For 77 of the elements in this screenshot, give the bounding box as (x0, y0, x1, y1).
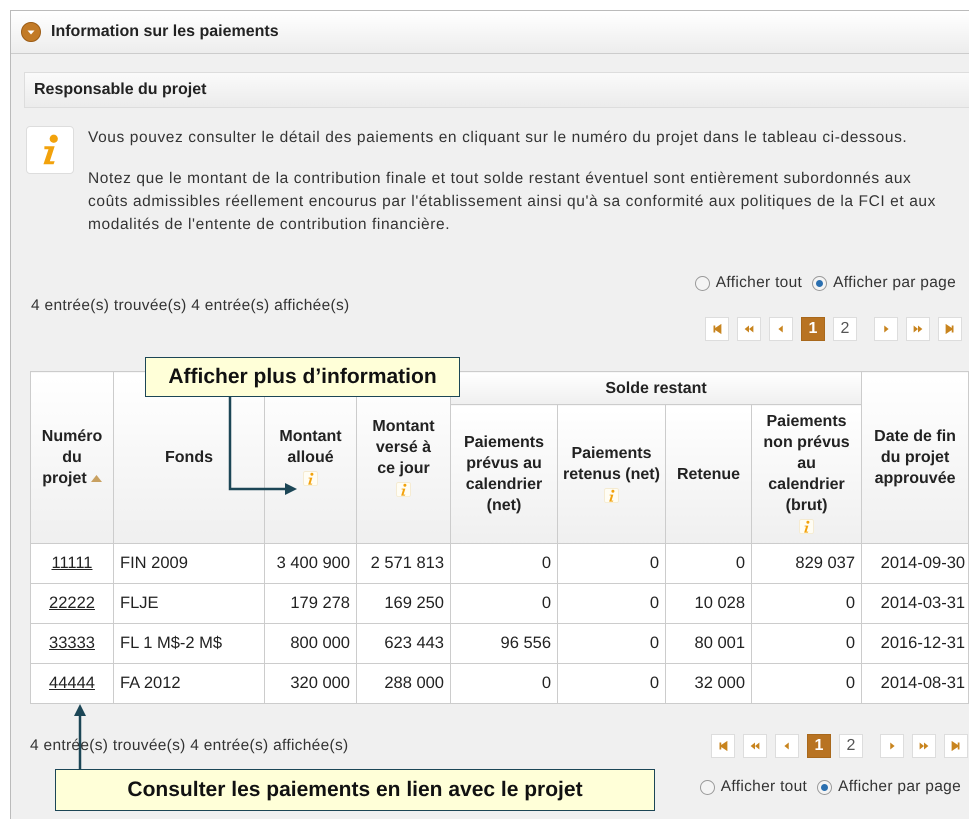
table-cell: 179 278 (264, 584, 356, 624)
table-cell: 0 (450, 664, 558, 704)
next-page-button[interactable] (874, 317, 898, 341)
radio-label[interactable]: Afficher par page (838, 778, 961, 796)
table-cell: 0 (558, 544, 666, 584)
table-cell: 10 028 (666, 584, 752, 624)
info-icon[interactable] (604, 488, 619, 503)
page-button[interactable]: 1 (801, 317, 825, 341)
table-cell: 829 037 (752, 544, 862, 584)
fast-back-button[interactable] (743, 734, 767, 758)
last-page-button[interactable] (938, 317, 962, 341)
page-button[interactable]: 2 (839, 734, 863, 758)
page-button[interactable]: 2 (833, 317, 857, 341)
table-cell: 0 (752, 584, 862, 624)
table-cell: FA 2012 (114, 664, 264, 704)
radio-button[interactable] (694, 276, 710, 290)
panel-title: Information sur les paiements (51, 23, 279, 41)
sort-ascending-icon[interactable] (90, 475, 102, 482)
column-header: Paiements prévus au calendrier (net) (450, 404, 558, 544)
radio-button[interactable] (700, 780, 715, 794)
table-cell: 0 (752, 664, 862, 704)
table-cell: 320 000 (264, 664, 356, 704)
table-cell: FLJE (114, 584, 264, 624)
previous-page-button[interactable] (775, 734, 799, 758)
info-icon[interactable] (799, 519, 814, 534)
radio-label[interactable]: Afficher par page (833, 274, 956, 292)
radio-label[interactable]: Afficher tout (720, 778, 808, 796)
radio-label[interactable]: Afficher tout (716, 274, 802, 292)
fast-forward-button[interactable] (906, 317, 930, 341)
page-button[interactable]: 1 (807, 734, 831, 758)
table-cell: 0 (558, 664, 666, 704)
next-page-button[interactable] (880, 734, 904, 758)
table-cell: 80 001 (666, 624, 752, 664)
table-cell: 0 (450, 584, 558, 624)
collapse-icon[interactable] (21, 22, 41, 42)
info-icon (26, 126, 74, 174)
column-header: Paiements non prévus au calendrier (brut) (752, 404, 862, 544)
table-cell: 0 (558, 624, 666, 664)
table-cell: 2014-09-30 (862, 544, 969, 584)
info-icon[interactable] (396, 482, 411, 497)
table-cell: 2 571 813 (356, 544, 450, 584)
first-page-button[interactable] (705, 317, 729, 341)
info-text: Notez que le montant de la contribution finale et tout solde restant éventuel sont entièrement subordonnés aux coûts admissibles réellement encourus par l'établissement ainsi qu'à sa conformité aux politiques de la FCI et aux modalités de l'entente de contribution financière. (88, 169, 937, 235)
table-cell: FIN 2009 (114, 544, 264, 584)
table-cell: 0 (558, 584, 666, 624)
column-group-header: Solde restant (450, 372, 862, 404)
table-cell: 800 000 (264, 624, 356, 664)
section-title: Responsable du projet (34, 81, 206, 99)
table-cell: FL 1 M$-2 M$ (114, 624, 264, 664)
table-cell: 0 (752, 624, 862, 664)
table-cell: 2014-03-31 (862, 584, 969, 624)
table-cell: 2016-12-31 (862, 624, 969, 664)
callout: Afficher plus d’information (145, 357, 460, 397)
column-header: Retenue (666, 404, 752, 544)
column-header: Paiements retenus (net) (558, 404, 666, 544)
table-cell: 0 (666, 544, 752, 584)
info-text: Vous pouvez consulter le détail des paiements en cliquant sur le numéro du projet dans le tableau ci-dessous. (88, 128, 908, 148)
entry-count: 4 entrée(s) trouvée(s) 4 entrée(s) affichée(s) (30, 297, 350, 315)
fast-forward-button[interactable] (912, 734, 936, 758)
table-cell: 623 443 (356, 624, 450, 664)
column-header[interactable]: Numéro du projet (30, 372, 114, 544)
radio-button[interactable] (812, 276, 828, 290)
table-cell: 288 000 (356, 664, 450, 704)
radio-button[interactable] (817, 780, 832, 794)
callout: Consulter les paiements en lien avec le projet (55, 769, 655, 811)
previous-page-button[interactable] (769, 317, 793, 341)
last-page-button[interactable] (944, 734, 968, 758)
table-cell: 32 000 (666, 664, 752, 704)
column-header: Date de fin du projet approuvée (862, 372, 969, 544)
table-cell: 96 556 (450, 624, 558, 664)
table-cell: 3 400 900 (264, 544, 356, 584)
fast-back-button[interactable] (737, 317, 761, 341)
table-cell: 2014-08-31 (862, 664, 969, 704)
table-cell: 0 (450, 544, 558, 584)
first-page-button[interactable] (711, 734, 735, 758)
table-cell: 169 250 (356, 584, 450, 624)
info-icon[interactable] (303, 471, 318, 486)
